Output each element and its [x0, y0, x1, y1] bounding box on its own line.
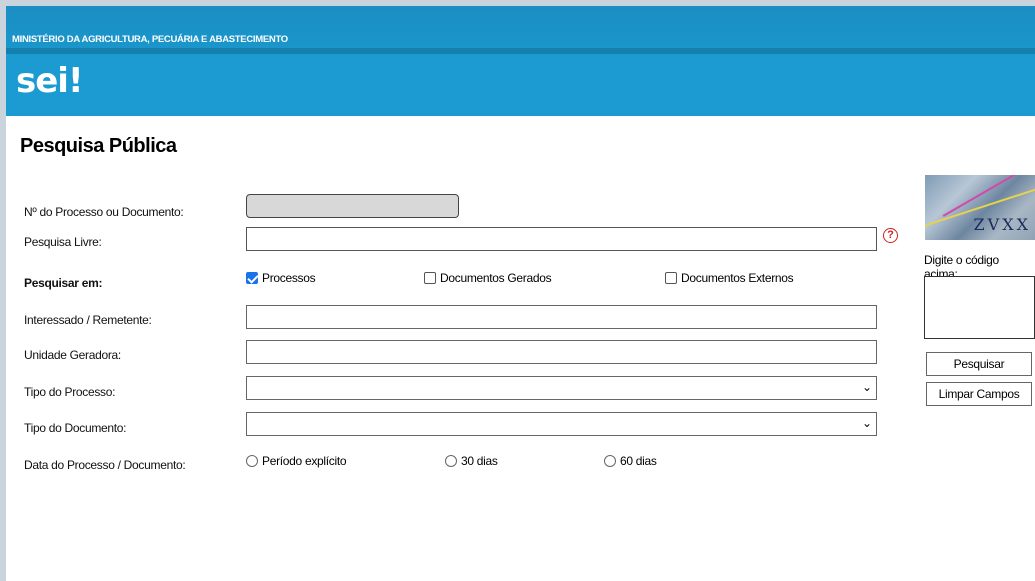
- checkbox-docs-externos-label: Documentos Externos: [681, 271, 794, 285]
- captcha-input[interactable]: [924, 276, 1035, 339]
- tipo-processo-label: Tipo do Processo:: [24, 385, 116, 399]
- pesquisa-livre-label: Pesquisa Livre:: [24, 235, 102, 249]
- help-icon[interactable]: ?: [883, 228, 898, 243]
- ministry-strip: MINISTÉRIO DA AGRICULTURA, PECUÁRIA E AB…: [6, 6, 1035, 48]
- checkbox-icon[interactable]: [665, 272, 677, 284]
- limpar-campos-button[interactable]: Limpar Campos: [926, 382, 1032, 406]
- checkbox-documentos-gerados[interactable]: Documentos Gerados: [424, 271, 552, 285]
- unidade-input[interactable]: [246, 340, 877, 364]
- logo-mark: !: [67, 61, 83, 101]
- pesquisar-button[interactable]: Pesquisar: [926, 352, 1032, 376]
- ministry-name: MINISTÉRIO DA AGRICULTURA, PECUÁRIA E AB…: [12, 34, 288, 45]
- interessado-input[interactable]: [246, 305, 877, 329]
- pesquisar-em-label: Pesquisar em:: [24, 276, 103, 290]
- page-title: Pesquisa Pública: [20, 135, 177, 157]
- radio-icon[interactable]: [246, 455, 258, 467]
- radio-60-dias[interactable]: 60 dias: [604, 454, 657, 468]
- checkbox-icon[interactable]: [424, 272, 436, 284]
- checkbox-processos-label: Processos: [262, 271, 316, 285]
- radio-icon[interactable]: [445, 455, 457, 467]
- chevron-down-icon[interactable]: ⌄: [862, 380, 872, 394]
- tipo-documento-label: Tipo do Documento:: [24, 421, 127, 435]
- header-bar: MINISTÉRIO DA AGRICULTURA, PECUÁRIA E AB…: [6, 6, 1035, 116]
- pesquisa-livre-input[interactable]: [246, 227, 877, 251]
- checkbox-checked-icon[interactable]: [246, 272, 258, 284]
- processo-label: Nº do Processo ou Documento:: [24, 205, 184, 219]
- radio-periodo-explicito[interactable]: Período explícito: [246, 454, 347, 468]
- captcha-text: ZVXX: [973, 215, 1031, 234]
- chevron-down-icon[interactable]: ⌄: [862, 416, 872, 430]
- checkbox-docs-gerados-label: Documentos Gerados: [440, 271, 552, 285]
- radio-periodo-label: Período explícito: [262, 454, 347, 468]
- checkbox-processos[interactable]: Processos: [246, 271, 316, 285]
- header-divider: [6, 48, 1035, 54]
- tipo-documento-select[interactable]: ⌄: [246, 412, 877, 436]
- processo-input[interactable]: [246, 194, 459, 218]
- captcha-noise-line: [942, 175, 1035, 217]
- checkbox-documentos-externos[interactable]: Documentos Externos: [665, 271, 794, 285]
- logo-text: sei: [16, 61, 69, 101]
- radio-30-dias[interactable]: 30 dias: [445, 454, 498, 468]
- sei-logo[interactable]: sei!: [16, 61, 83, 101]
- interessado-label: Interessado / Remetente:: [24, 313, 152, 327]
- tipo-processo-select[interactable]: ⌄: [246, 376, 877, 400]
- data-label: Data do Processo / Documento:: [24, 458, 186, 472]
- radio-60-label: 60 dias: [620, 454, 657, 468]
- captcha-image: ZVXX: [925, 175, 1035, 240]
- radio-icon[interactable]: [604, 455, 616, 467]
- radio-30-label: 30 dias: [461, 454, 498, 468]
- unidade-label: Unidade Geradora:: [24, 348, 121, 362]
